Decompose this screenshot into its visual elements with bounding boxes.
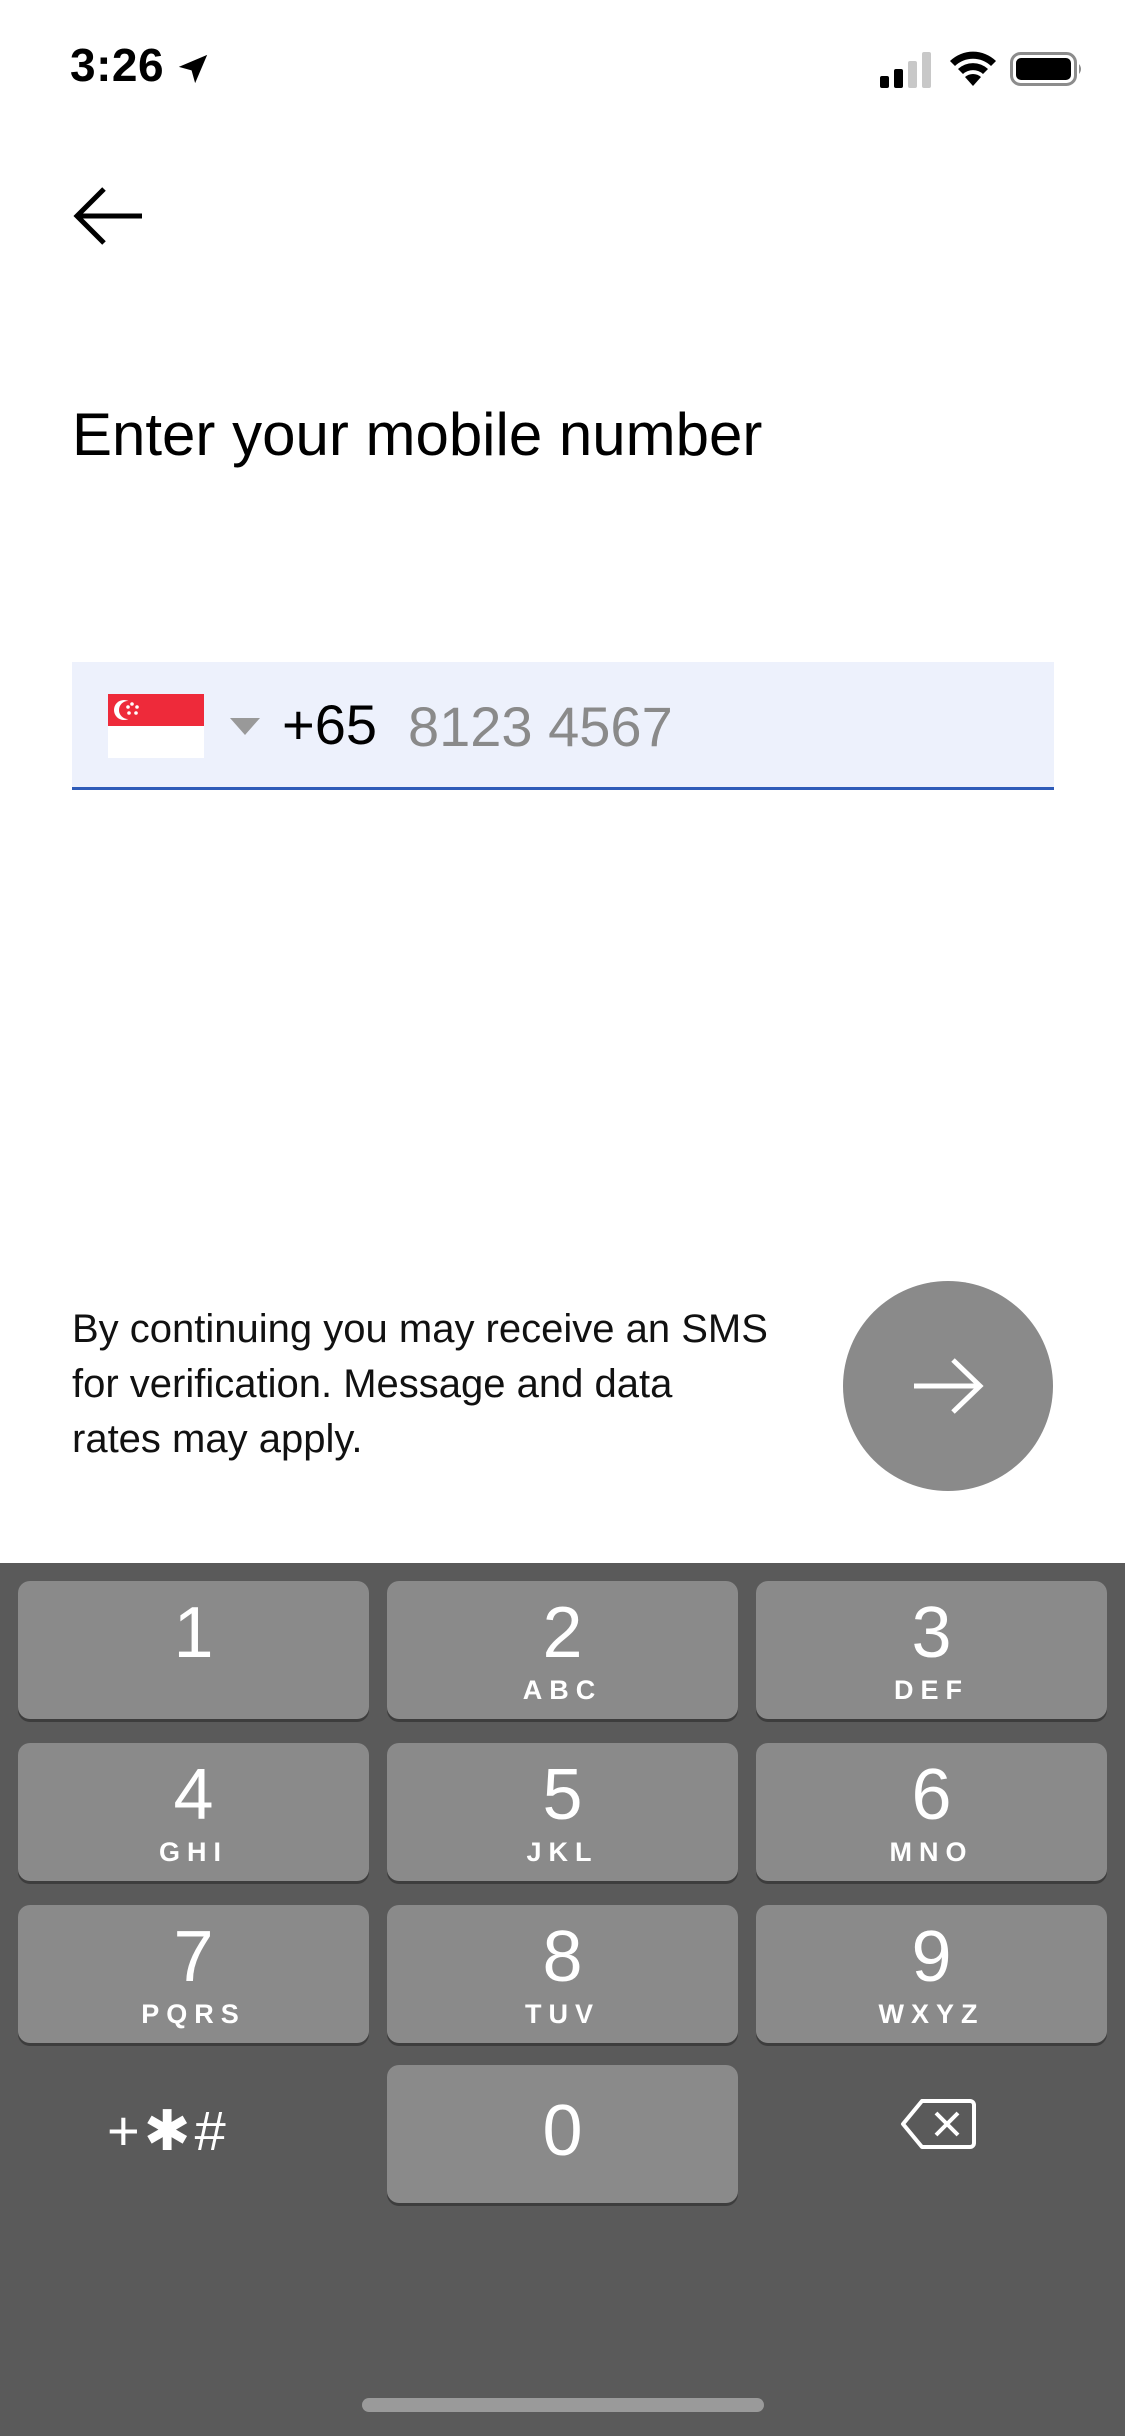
next-button[interactable] [843,1281,1053,1491]
key-letters: WXYZ [878,1999,985,2029]
singapore-flag-icon [108,694,204,758]
key-digit: 1 [173,1593,214,1673]
arrow-left-icon [73,187,142,245]
home-indicator[interactable] [362,2398,764,2412]
status-bar: 3:26 [0,0,1125,135]
backspace-icon [901,2099,976,2149]
status-time: 3:26 [70,39,165,91]
battery-icon [1010,52,1081,86]
key-7[interactable]: 7 PQRS [18,1905,369,2043]
key-5[interactable]: 5 JKL [387,1743,738,1881]
key-2[interactable]: 2 ABC [387,1581,738,1719]
key-digit: 3 [911,1593,952,1673]
location-arrow-icon [178,54,208,84]
symbols-key[interactable]: +✱# [107,2098,230,2164]
key-digit: 0 [542,2091,583,2171]
key-letters: MNO [889,1837,974,1867]
key-letters: JKL [526,1837,599,1867]
key-digit: 5 [542,1755,583,1835]
back-button[interactable] [66,180,150,252]
key-digit: 7 [173,1917,214,1997]
cellular-signal-icon [880,52,931,88]
key-digit: 8 [542,1917,583,1997]
key-digit: 6 [911,1755,952,1835]
arrow-right-icon [914,1358,984,1414]
key-letters: GHI [158,1837,228,1867]
numeric-keypad: 1 2 ABC 3 DEF 4 GHI 5 JKL 6 MNO 7 PQRS 8… [0,1563,1125,2436]
key-8[interactable]: 8 TUV [387,1905,738,2043]
key-9[interactable]: 9 WXYZ [756,1905,1107,2043]
phone-number-input[interactable] [408,684,1028,768]
key-letters: TUV [525,1999,600,2029]
key-6[interactable]: 6 MNO [756,1743,1107,1881]
phone-number-field[interactable]: +65 [72,662,1054,790]
delete-key[interactable] [900,2098,976,2150]
chevron-down-icon[interactable] [230,718,260,735]
wifi-icon [950,51,996,86]
key-0[interactable]: 0 [387,2065,738,2203]
key-digit: 4 [173,1755,214,1835]
country-selector[interactable] [108,694,204,758]
key-digit: 9 [911,1917,952,1997]
key-letters: PQRS [141,1999,246,2029]
sms-disclaimer: By continuing you may receive an SMS for… [72,1307,768,1461]
key-digit: 2 [542,1593,583,1673]
key-4[interactable]: 4 GHI [18,1743,369,1881]
key-letters: ABC [522,1675,603,1705]
key-1[interactable]: 1 [18,1581,369,1719]
key-3[interactable]: 3 DEF [756,1581,1107,1719]
key-letters: DEF [894,1675,969,1705]
dial-code: +65 [282,693,377,756]
page-title: Enter your mobile number [72,401,763,468]
